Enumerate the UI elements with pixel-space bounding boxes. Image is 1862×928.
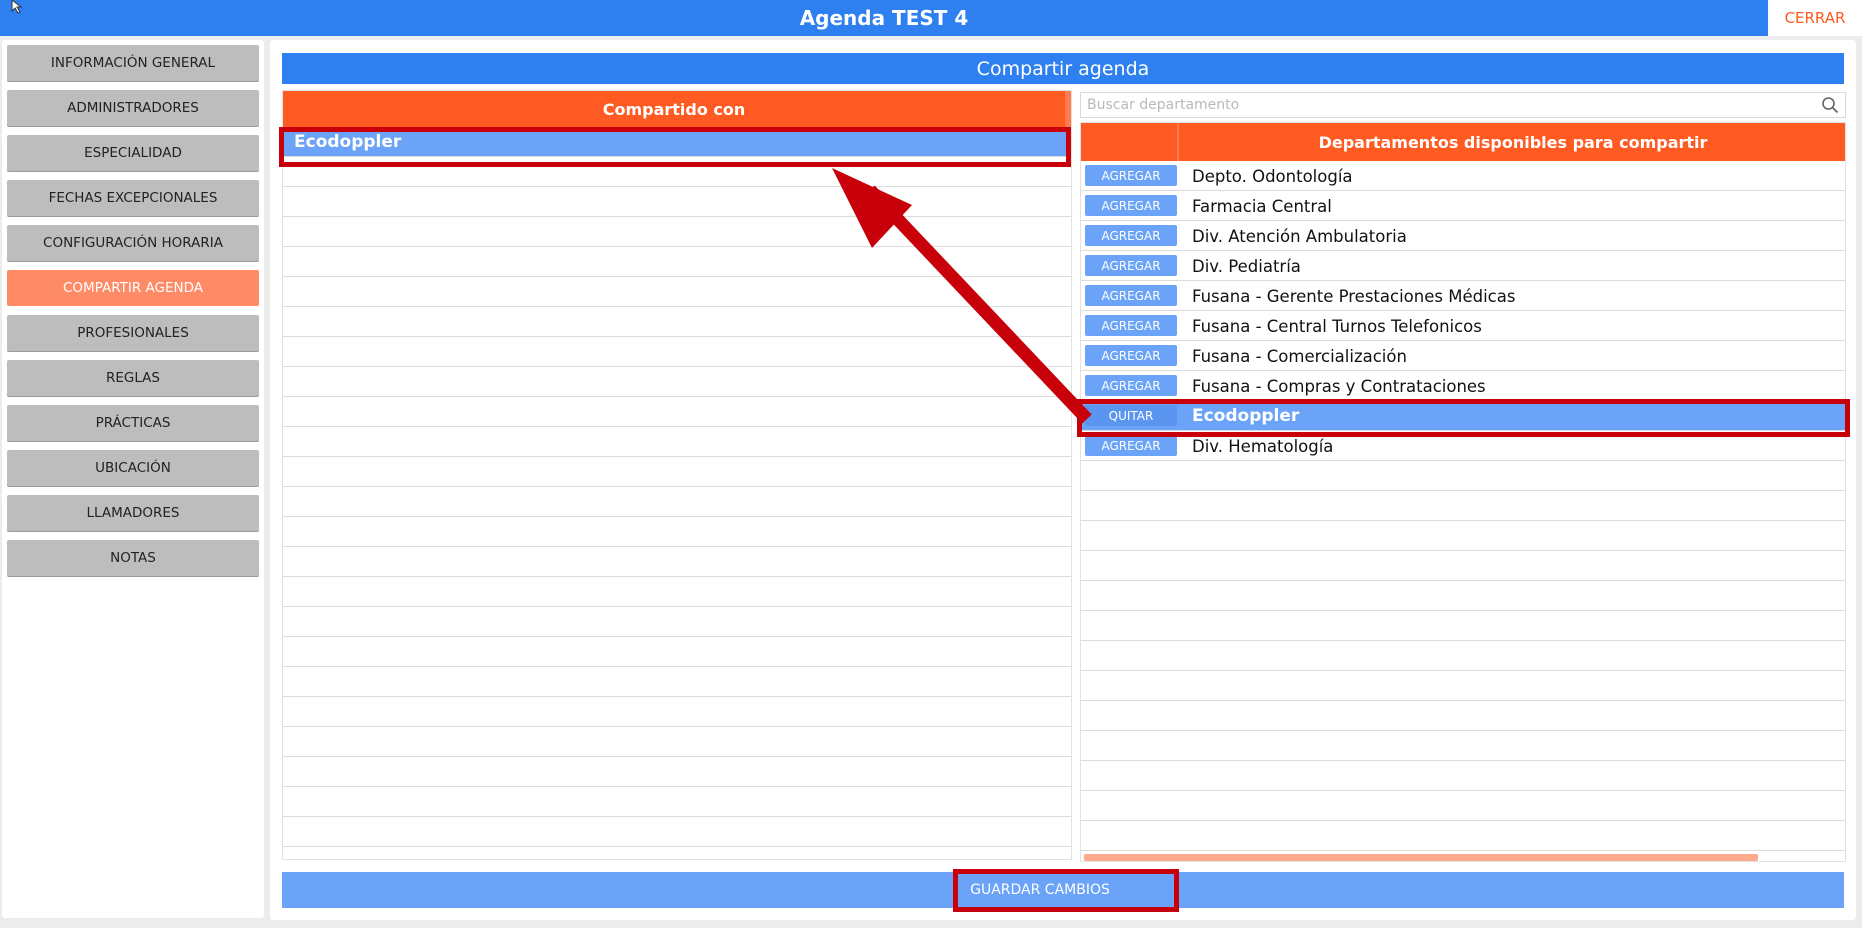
save-bar: GUARDAR CAMBIOS	[282, 872, 1844, 908]
available-departments-panel: Departamentos disponibles para compartir…	[1080, 90, 1856, 904]
department-row: AGREGAR Farmacia Central	[1081, 191, 1845, 221]
empty-row	[1081, 461, 1845, 491]
empty-row	[283, 217, 1071, 247]
empty-row	[283, 487, 1071, 517]
empty-row	[283, 247, 1071, 277]
sidebar-item[interactable]: INFORMACIÓN GENERAL	[7, 45, 259, 81]
empty-row	[1081, 581, 1845, 611]
add-button[interactable]: AGREGAR	[1085, 225, 1177, 246]
empty-row	[283, 727, 1071, 757]
department-row: QUITAR Ecodoppler	[1081, 401, 1845, 431]
available-departments-list: Departamentos disponibles para compartir…	[1080, 122, 1846, 862]
sidebar-item[interactable]: PROFESIONALES	[7, 315, 259, 351]
department-row: AGREGAR Fusana - Central Turnos Telefonic…	[1081, 311, 1845, 341]
sidebar-item[interactable]: UBICACIÓN	[7, 450, 259, 486]
save-changes-button[interactable]: GUARDAR CAMBIOS	[970, 872, 1110, 908]
search-input[interactable]	[1081, 93, 1811, 117]
department-name: Fusana - Comercialización	[1192, 346, 1407, 366]
shared-with-panel: Compartido con Ecodoppler	[282, 90, 1072, 860]
empty-row	[1081, 671, 1845, 701]
department-name: Farmacia Central	[1192, 196, 1332, 216]
empty-row	[283, 697, 1071, 727]
available-departments-title: Departamentos disponibles para compartir	[1318, 132, 1708, 152]
window-title: Agenda TEST 4	[0, 0, 1768, 36]
sidebar-item[interactable]: FECHAS EXCEPCIONALES	[7, 180, 259, 216]
add-button[interactable]: AGREGAR	[1085, 285, 1177, 306]
department-name: Ecodoppler	[1192, 406, 1300, 426]
close-button[interactable]: CERRAR	[1768, 0, 1862, 36]
empty-row	[283, 307, 1071, 337]
department-row: AGREGAR Fusana - Gerente Prestaciones Méd…	[1081, 281, 1845, 311]
search-box	[1080, 92, 1846, 118]
empty-row	[283, 547, 1071, 577]
add-button[interactable]: AGREGAR	[1085, 195, 1177, 216]
main-panel: Compartir agenda Compartido con Ecodoppl…	[270, 40, 1856, 920]
sidebar-item[interactable]: NOTAS	[7, 540, 259, 576]
sidebar-item[interactable]: ESPECIALIDAD	[7, 135, 259, 171]
horizontal-scrollbar[interactable]	[1084, 854, 1758, 861]
department-name: Div. Pediatría	[1192, 256, 1301, 276]
empty-row	[283, 667, 1071, 697]
add-button[interactable]: AGREGAR	[1085, 375, 1177, 396]
department-name: Fusana - Central Turnos Telefonicos	[1192, 316, 1482, 336]
empty-row	[1081, 731, 1845, 761]
sidebar-item[interactable]: ADMINISTRADORES	[7, 90, 259, 126]
empty-row	[283, 397, 1071, 427]
sidebar-item[interactable]: COMPARTIR AGENDA	[7, 270, 259, 306]
available-departments-header: Departamentos disponibles para compartir	[1081, 123, 1845, 161]
department-row: AGREGAR Div. Hematología	[1081, 431, 1845, 461]
department-row: AGREGAR Div. Atención Ambulatoria	[1081, 221, 1845, 251]
empty-row	[283, 187, 1071, 217]
empty-row	[283, 277, 1071, 307]
department-name: Fusana - Gerente Prestaciones Médicas	[1192, 286, 1516, 306]
empty-row	[1081, 641, 1845, 671]
empty-row	[1081, 491, 1845, 521]
empty-row	[283, 457, 1071, 487]
page-title: Compartir agenda	[282, 53, 1844, 84]
empty-row	[1081, 611, 1845, 641]
empty-row	[1081, 701, 1845, 731]
add-button[interactable]: AGREGAR	[1085, 345, 1177, 366]
shared-with-header: Compartido con	[283, 91, 1071, 127]
empty-row	[283, 787, 1071, 817]
empty-row	[283, 367, 1071, 397]
department-row: AGREGAR Fusana - Comercialización	[1081, 341, 1845, 371]
empty-row	[283, 517, 1071, 547]
department-name: Fusana - Compras y Contrataciones	[1192, 376, 1486, 396]
remove-button[interactable]: QUITAR	[1085, 405, 1177, 426]
empty-row	[1081, 791, 1845, 821]
add-button[interactable]: AGREGAR	[1085, 435, 1177, 456]
department-row: AGREGAR Fusana - Compras y Contrataciones	[1081, 371, 1845, 401]
empty-row	[1081, 521, 1845, 551]
action-column-header	[1081, 123, 1179, 161]
add-button[interactable]: AGREGAR	[1085, 165, 1177, 186]
sidebar-item[interactable]: LLAMADORES	[7, 495, 259, 531]
empty-row	[1081, 761, 1845, 791]
department-name: Div. Atención Ambulatoria	[1192, 226, 1407, 246]
empty-row	[1081, 821, 1845, 851]
department-name: Depto. Odontología	[1192, 166, 1353, 186]
add-button[interactable]: AGREGAR	[1085, 255, 1177, 276]
sidebar: INFORMACIÓN GENERAL ADMINISTRADORES ESPECI…	[2, 40, 264, 918]
empty-row	[283, 427, 1071, 457]
search-icon[interactable]	[1821, 96, 1839, 114]
department-row: AGREGAR Div. Pediatría	[1081, 251, 1845, 281]
sidebar-item[interactable]: REGLAS	[7, 360, 259, 396]
sidebar-item[interactable]: PRÁCTICAS	[7, 405, 259, 441]
empty-row	[283, 337, 1071, 367]
empty-row	[283, 757, 1071, 787]
empty-row	[283, 637, 1071, 667]
sidebar-item[interactable]: CONFIGURACIÓN HORARIA	[7, 225, 259, 261]
department-row: AGREGAR Depto. Odontología	[1081, 161, 1845, 191]
empty-row	[283, 157, 1071, 187]
department-name: Div. Hematología	[1192, 436, 1334, 456]
empty-row	[283, 577, 1071, 607]
empty-row	[283, 607, 1071, 637]
shared-item[interactable]: Ecodoppler	[283, 127, 1071, 157]
empty-row	[283, 817, 1071, 847]
add-button[interactable]: AGREGAR	[1085, 315, 1177, 336]
empty-row	[1081, 551, 1845, 581]
